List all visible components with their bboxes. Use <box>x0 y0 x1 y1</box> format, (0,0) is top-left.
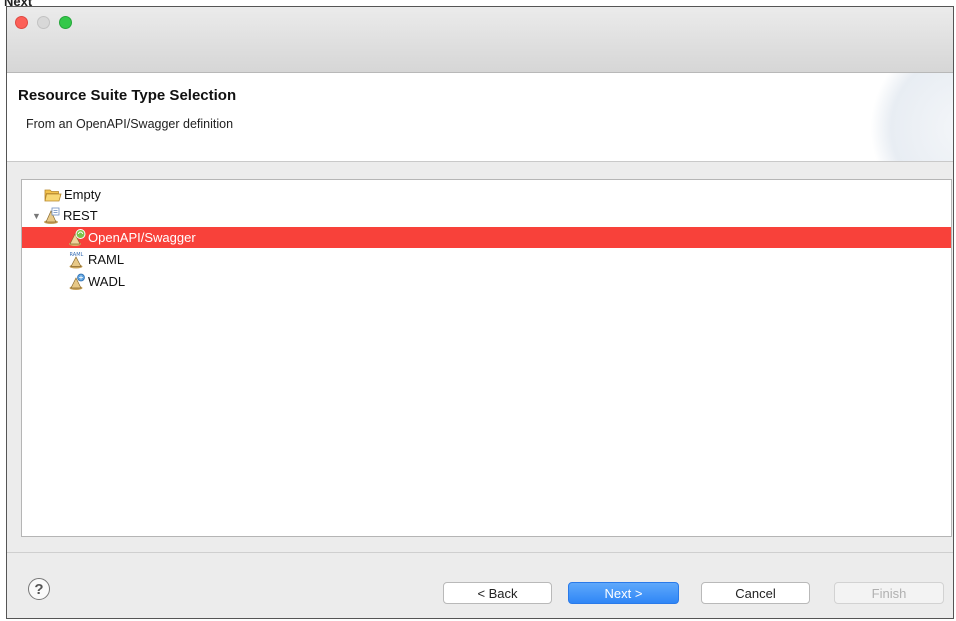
help-button[interactable]: ? <box>28 578 50 600</box>
next-button[interactable]: Next > <box>568 582 679 604</box>
tree-item-label: WADL <box>88 274 126 289</box>
folder-open-icon <box>44 186 62 204</box>
rest-service-icon <box>43 207 61 225</box>
tree-item-raml[interactable]: RAML RAML <box>22 249 951 270</box>
wizard-title: Resource Suite Type Selection <box>18 87 237 104</box>
svg-text:RAML: RAML <box>70 252 84 258</box>
wadl-icon <box>68 273 86 291</box>
tree-item-empty[interactable]: Empty <box>22 184 951 205</box>
button-bar: ? < Back Next > Cancel Finish <box>7 552 953 618</box>
tree-item-openapi-swagger[interactable]: OpenAPI/Swagger <box>22 227 951 248</box>
wizard-header: Resource Suite Type Selection From an Op… <box>7 73 953 162</box>
dialog-window: Resource Suite Type Selection From an Op… <box>6 6 954 619</box>
wizard-description: From an OpenAPI/Swagger definition <box>26 117 234 131</box>
cancel-button[interactable]: Cancel <box>701 582 810 604</box>
tree-item-wadl[interactable]: WADL <box>22 271 951 292</box>
raml-icon: RAML <box>68 251 86 269</box>
swagger-icon <box>68 228 86 247</box>
disclosure-triangle-icon[interactable]: ▼ <box>32 211 42 221</box>
header-banner-graphic <box>853 73 953 161</box>
suite-type-tree[interactable]: Empty ▼ REST OpenAPI/Swagger RAML RAML W… <box>21 179 952 537</box>
tree-item-rest[interactable]: ▼ REST <box>22 205 951 226</box>
back-button[interactable]: < Back <box>443 582 552 604</box>
zoom-window-button[interactable] <box>59 16 72 29</box>
close-window-button[interactable] <box>15 16 28 29</box>
title-bar <box>7 7 953 73</box>
tree-item-label: RAML <box>88 252 125 267</box>
tree-item-label: OpenAPI/Swagger <box>88 230 196 245</box>
tree-item-label: REST <box>63 208 98 223</box>
minimize-window-button[interactable] <box>37 16 50 29</box>
tree-item-label: Empty <box>64 187 101 202</box>
finish-button: Finish <box>834 582 944 604</box>
